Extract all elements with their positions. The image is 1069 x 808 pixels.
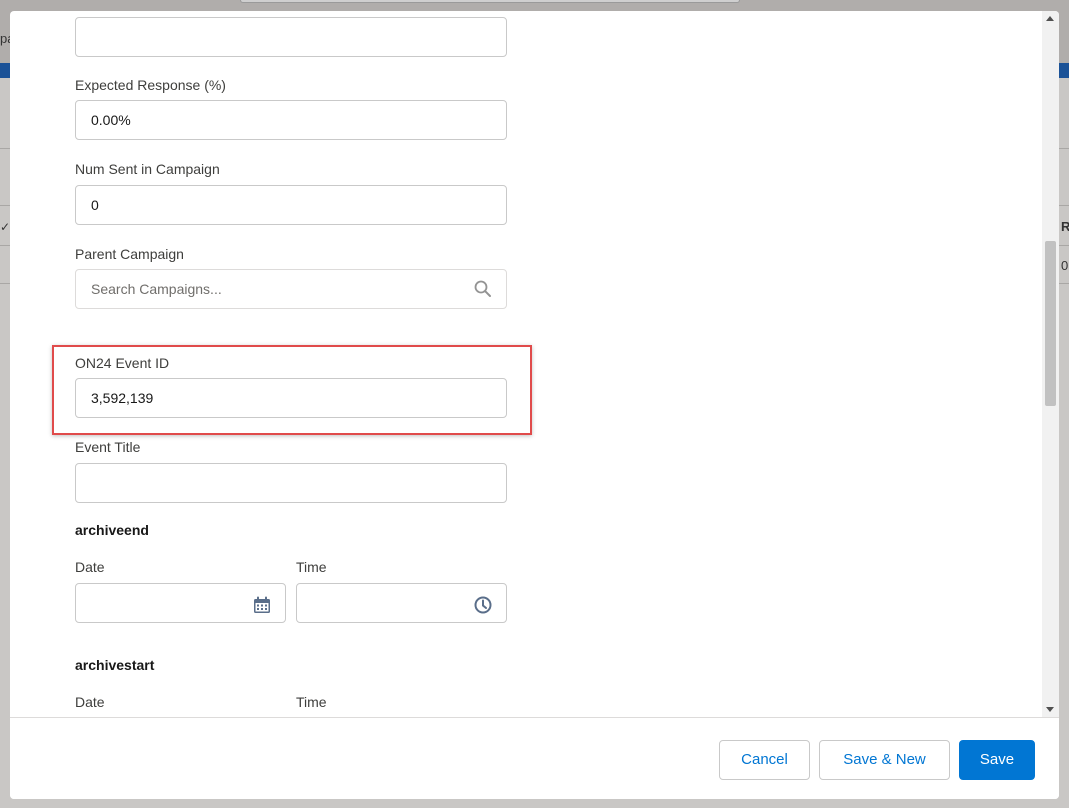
- expected-response-input[interactable]: [75, 100, 507, 140]
- archivestart-date-label: Date: [75, 694, 105, 710]
- event-title-label: Event Title: [75, 439, 141, 455]
- on24-event-id-label: ON24 Event ID: [75, 355, 170, 371]
- modal-body: Expected Response (%) Num Sent in Campai…: [10, 11, 1042, 717]
- expected-response-label: Expected Response (%): [75, 77, 226, 93]
- background-chevron-icon: ✓: [0, 220, 11, 234]
- clock-icon[interactable]: [473, 595, 493, 615]
- event-title-input[interactable]: [75, 463, 507, 503]
- top-field-input[interactable]: [75, 17, 507, 57]
- num-sent-label: Num Sent in Campaign: [75, 161, 220, 177]
- archiveend-time-label: Time: [296, 559, 327, 575]
- archiveend-date-label: Date: [75, 559, 105, 575]
- save-and-new-button[interactable]: Save & New: [819, 740, 950, 780]
- save-button[interactable]: Save: [959, 740, 1035, 780]
- background-column-header: R: [1061, 219, 1069, 234]
- archiveend-title: archiveend: [75, 522, 149, 538]
- background-cell: 0: [1061, 258, 1069, 273]
- num-sent-input[interactable]: [75, 185, 507, 225]
- cancel-button[interactable]: Cancel: [719, 740, 810, 780]
- parent-campaign-search-input[interactable]: [75, 269, 507, 309]
- parent-campaign-label: Parent Campaign: [75, 246, 184, 262]
- background-search-bar: [240, 0, 740, 3]
- scroll-down-arrow-icon[interactable]: [1046, 707, 1054, 712]
- calendar-icon[interactable]: [252, 595, 272, 615]
- archivestart-time-label: Time: [296, 694, 327, 710]
- modal-scrollbar[interactable]: [1042, 11, 1059, 717]
- scrollbar-thumb[interactable]: [1045, 241, 1056, 406]
- new-campaign-modal: Expected Response (%) Num Sent in Campai…: [10, 11, 1059, 799]
- search-icon[interactable]: [473, 279, 493, 299]
- on24-event-id-input[interactable]: [75, 378, 507, 418]
- scroll-up-arrow-icon[interactable]: [1046, 16, 1054, 21]
- archivestart-title: archivestart: [75, 657, 155, 673]
- modal-footer: Cancel Save & New Save: [10, 717, 1059, 799]
